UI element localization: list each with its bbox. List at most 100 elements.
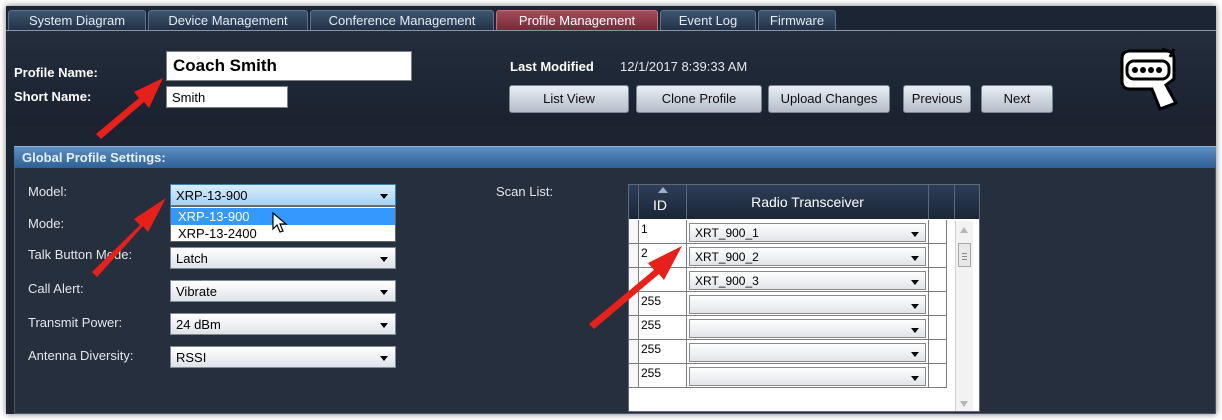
short-name-input[interactable]: Smith xyxy=(166,86,288,108)
grid-cell-radio xyxy=(687,292,929,316)
transmit-power-label: Transmit Power: xyxy=(28,315,123,330)
radio-transceiver-select[interactable] xyxy=(689,319,926,338)
chevron-down-icon xyxy=(911,304,919,309)
previous-button[interactable]: Previous xyxy=(903,85,971,113)
grid-cell-radio xyxy=(687,364,929,388)
global-profile-settings-title: Global Profile Settings: xyxy=(22,150,166,165)
short-name-label: Short Name: xyxy=(14,89,92,104)
last-modified-value: 12/1/2017 8:39:33 AM xyxy=(620,59,748,74)
transmit-power-value: 24 dBm xyxy=(176,317,221,332)
grid-header-radio-label: Radio Transceiver xyxy=(751,194,864,210)
tab-firmware[interactable]: Firmware xyxy=(758,10,836,30)
tab-system-diagram[interactable]: System Diagram xyxy=(8,10,146,30)
tab-bar: System Diagram Device Management Confere… xyxy=(6,6,1216,30)
grid-cell-radio: XRT_900_2 xyxy=(687,244,929,268)
grid-scrollbar[interactable] xyxy=(955,221,973,411)
grid-cell-id[interactable]: 255 xyxy=(639,292,687,316)
radio-transceiver-value: XRT_900_2 xyxy=(695,250,759,264)
upload-changes-button[interactable]: Upload Changes xyxy=(768,85,890,113)
radio-transceiver-select[interactable]: XRT_900_3 xyxy=(689,271,926,290)
grid-cell-extra xyxy=(929,244,947,268)
grid-cell-extra xyxy=(929,316,947,340)
antenna-diversity-label: Antenna Diversity: xyxy=(28,348,134,363)
radio-transceiver-select[interactable]: XRT_900_2 xyxy=(689,247,926,266)
model-label: Model: xyxy=(28,184,68,199)
grid-cell-id[interactable]: 255 xyxy=(639,364,687,388)
grid-cell-extra xyxy=(929,292,947,316)
list-view-button[interactable]: List View xyxy=(509,85,629,113)
grid-cell-extra xyxy=(929,268,947,292)
grid-row-gutter xyxy=(629,244,639,268)
chevron-down-icon xyxy=(911,256,919,261)
grid-row-gutter xyxy=(629,316,639,340)
profile-name-input[interactable]: Coach Smith xyxy=(166,51,412,81)
grid-cell-extra xyxy=(929,340,947,364)
chevron-down-icon xyxy=(380,290,388,295)
grid-cell-id[interactable]: 255 xyxy=(639,316,687,340)
app-window: System Diagram Device Management Confere… xyxy=(6,6,1216,414)
last-modified-label: Last Modified xyxy=(510,59,594,74)
grid-row-gutter xyxy=(629,364,639,388)
grid-cell-radio xyxy=(687,340,929,364)
radio-transceiver-select[interactable] xyxy=(689,367,926,386)
grid-cell-radio: XRT_900_3 xyxy=(687,268,929,292)
sort-arrow-icon xyxy=(658,187,668,193)
chevron-down-icon xyxy=(911,352,919,357)
call-alert-label: Call Alert: xyxy=(28,281,84,296)
model-select[interactable]: XRP-13-900 xyxy=(170,184,396,206)
chevron-down-icon xyxy=(911,376,919,381)
tab-profile-management[interactable]: Profile Management xyxy=(496,10,658,30)
call-alert-value: Vibrate xyxy=(176,284,217,299)
antenna-diversity-value: RSSI xyxy=(176,350,207,365)
grid-row-gutter xyxy=(629,268,639,292)
mode-label: Mode: xyxy=(28,216,65,231)
talk-button-mode-value: Latch xyxy=(176,251,208,266)
grid-cell-extra xyxy=(929,364,947,388)
chevron-down-icon xyxy=(380,194,388,199)
grid-cell-id[interactable]: 1 xyxy=(639,220,687,244)
grid-row-gutter xyxy=(629,292,639,316)
chevron-down-icon xyxy=(380,323,388,328)
radio-transceiver-select[interactable]: XRT_900_1 xyxy=(689,223,926,242)
grid-cell-extra xyxy=(929,220,947,244)
talk-button-mode-label: Talk Button Mode: xyxy=(28,247,133,262)
chevron-down-icon xyxy=(380,356,388,361)
talk-button-mode-select[interactable]: Latch xyxy=(170,247,396,269)
grid-cell-id[interactable]: 255 xyxy=(639,340,687,364)
grid-header-id-label: ID xyxy=(653,197,667,213)
grid-cell-id[interactable] xyxy=(639,268,687,292)
chevron-down-icon xyxy=(911,232,919,237)
scroll-up-icon[interactable] xyxy=(960,227,968,233)
antenna-diversity-select[interactable]: RSSI xyxy=(170,346,396,368)
model-select-value: XRP-13-900 xyxy=(176,188,248,203)
global-profile-settings-bar: Global Profile Settings: xyxy=(14,146,1216,169)
call-alert-select[interactable]: Vibrate xyxy=(170,280,396,302)
radio-transceiver-select[interactable] xyxy=(689,295,926,314)
cursor-icon xyxy=(272,212,288,233)
grid-header-radio[interactable]: Radio Transceiver xyxy=(687,185,929,219)
grid-header-id[interactable]: ID xyxy=(639,185,687,219)
chevron-down-icon xyxy=(380,257,388,262)
grid-row-gutter xyxy=(629,220,639,244)
clone-profile-button[interactable]: Clone Profile xyxy=(636,85,762,113)
tab-event-log[interactable]: Event Log xyxy=(660,10,756,30)
tab-device-management[interactable]: Device Management xyxy=(148,10,308,30)
profile-name-value: Coach Smith xyxy=(173,56,277,75)
scan-list-label: Scan List: xyxy=(496,184,554,199)
chevron-down-icon xyxy=(911,280,919,285)
grid-cell-radio xyxy=(687,316,929,340)
profile-name-label: Profile Name: xyxy=(14,65,98,80)
radio-transceiver-select[interactable] xyxy=(689,343,926,362)
headset-device-icon xyxy=(1120,47,1179,111)
transmit-power-select[interactable]: 24 dBm xyxy=(170,313,396,335)
radio-transceiver-value: XRT_900_3 xyxy=(695,274,759,288)
grid-header-extra xyxy=(929,185,955,219)
grid-cell-id[interactable]: 2 xyxy=(639,244,687,268)
radio-transceiver-value: XRT_900_1 xyxy=(695,226,759,240)
next-button[interactable]: Next xyxy=(981,85,1053,113)
scroll-thumb[interactable] xyxy=(958,243,971,267)
tab-conference-management[interactable]: Conference Management xyxy=(310,10,494,30)
chevron-down-icon xyxy=(911,328,919,333)
scroll-down-icon[interactable] xyxy=(960,401,968,407)
profile-header: Profile Name: Coach Smith Short Name: Sm… xyxy=(6,30,1216,127)
